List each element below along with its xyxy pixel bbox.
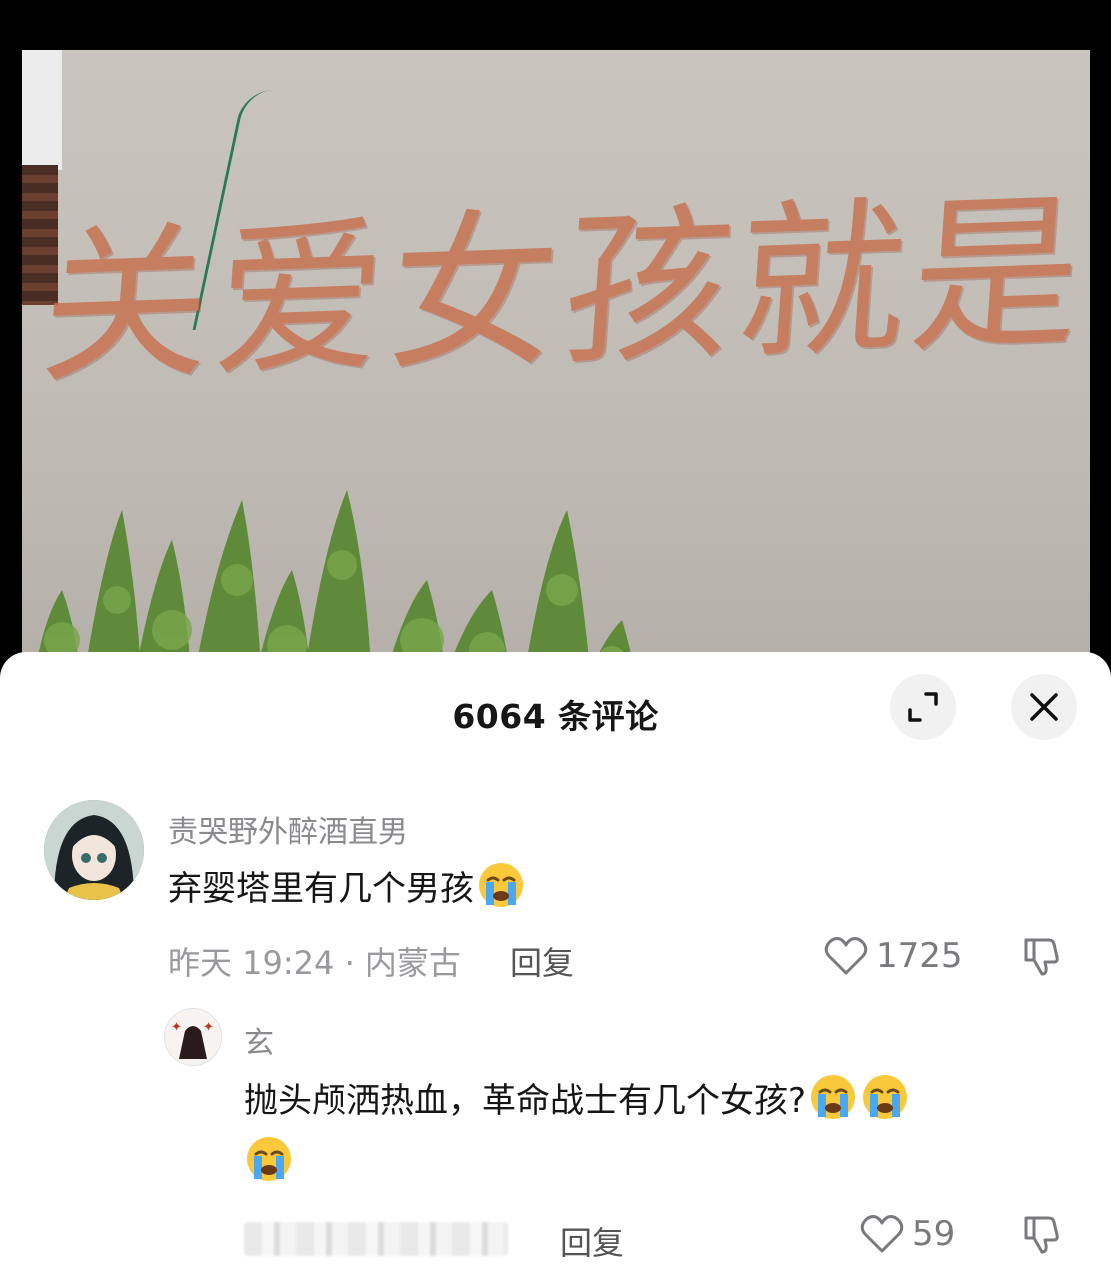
dislike-button[interactable]	[1020, 1214, 1062, 1260]
like-count: 1725	[876, 936, 963, 976]
blurred-meta	[244, 1222, 508, 1256]
thumbs-down-icon	[1024, 1216, 1059, 1254]
comment-text: 抛头颅洒热血，革命战士有几个女孩?	[244, 1070, 1064, 1194]
expand-button[interactable]	[890, 674, 956, 740]
loudly-crying-face-icon	[247, 1137, 291, 1181]
wall-slogan: 关爱女孩就是关	[35, 167, 1090, 407]
comment-text: 弃婴塔里有几个男孩	[168, 858, 526, 920]
reply-button[interactable]: 回复	[510, 938, 574, 984]
post-image[interactable]: 关爱女孩就是关	[22, 50, 1090, 690]
loudly-crying-face-icon	[479, 863, 523, 907]
comments-sheet: 6064 条评论 责哭野外醉酒直男 弃婴塔里有几个男孩 昨天 19:24 · 内…	[0, 652, 1111, 1280]
loudly-crying-face-icon	[811, 1075, 856, 1119]
close-button[interactable]	[1011, 674, 1077, 740]
sky-patch	[22, 50, 62, 170]
expand-icon	[908, 692, 938, 722]
comment-body: 抛头颅洒热血，革命战士有几个女孩?	[244, 1081, 807, 1121]
like-count: 59	[912, 1214, 956, 1254]
comment-meta: 昨天 19:24 · 内蒙古	[168, 944, 461, 982]
comment-username[interactable]: 玄	[244, 1018, 274, 1062]
svg-text:✦: ✦	[171, 1020, 182, 1035]
heart-icon	[860, 1215, 904, 1253]
comment-body: 弃婴塔里有几个男孩	[168, 869, 474, 909]
svg-text:✦: ✦	[203, 1020, 214, 1035]
like-button[interactable]: 59	[860, 1214, 955, 1254]
heart-icon	[824, 937, 868, 975]
avatar[interactable]: ✦ ✦	[164, 1008, 222, 1066]
dislike-button[interactable]	[1020, 936, 1062, 982]
like-button[interactable]: 1725	[824, 936, 963, 976]
comment-username[interactable]: 责哭野外醉酒直男	[168, 807, 408, 851]
avatar[interactable]	[44, 800, 144, 900]
loudly-crying-face-icon	[863, 1075, 908, 1119]
thumbs-down-icon	[1024, 938, 1059, 976]
reply-button[interactable]: 回复	[560, 1218, 624, 1264]
close-icon	[1030, 693, 1058, 721]
